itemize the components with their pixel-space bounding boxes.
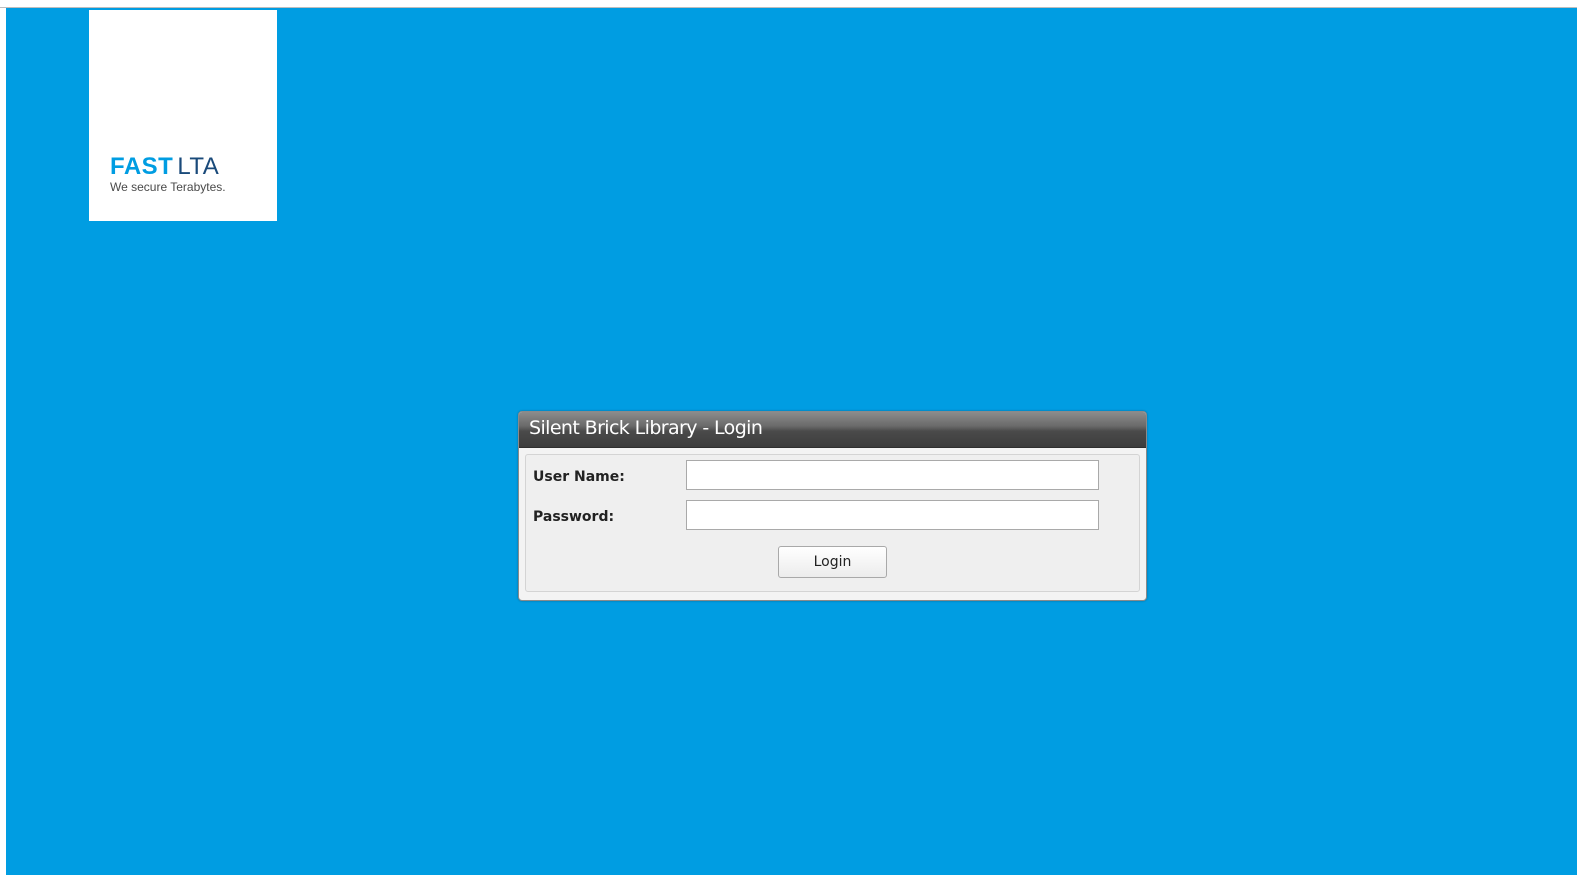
- logo-wordmark: FAST LTA: [110, 153, 219, 181]
- login-form: User Name: Password: Login: [525, 454, 1140, 592]
- page-background: FAST LTA We secure Terabytes. Silent Bric…: [6, 8, 1577, 875]
- company-logo: FAST LTA We secure Terabytes.: [89, 10, 277, 221]
- logo-slogan: We secure Terabytes.: [110, 180, 226, 194]
- password-label: Password:: [533, 509, 615, 525]
- login-button[interactable]: Login: [778, 546, 887, 578]
- password-input[interactable]: [686, 500, 1099, 530]
- logo-brand-primary: FAST: [110, 153, 174, 180]
- username-input[interactable]: [686, 460, 1099, 490]
- login-dialog-header: Silent Brick Library - Login: [519, 412, 1146, 448]
- username-label: User Name:: [533, 469, 625, 485]
- logo-brand-secondary: LTA: [177, 153, 220, 180]
- login-dialog-title: Silent Brick Library - Login: [529, 417, 763, 439]
- browser-top-edge: [0, 0, 1577, 8]
- login-dialog: Silent Brick Library - Login User Name: …: [518, 411, 1147, 601]
